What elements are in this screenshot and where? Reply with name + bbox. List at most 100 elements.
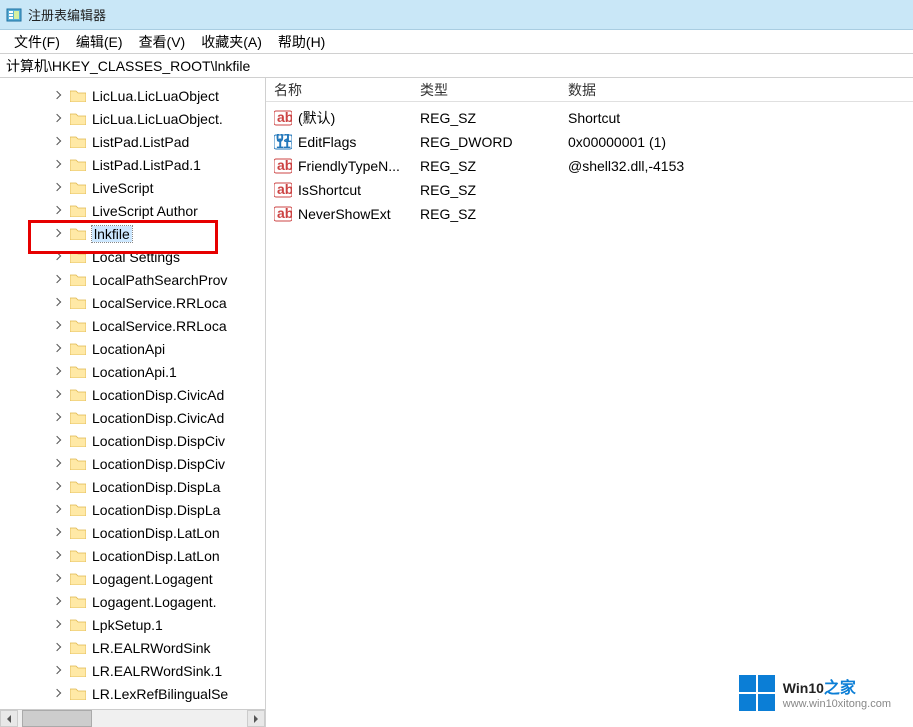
chevron-right-icon[interactable] [54,321,64,331]
column-name[interactable]: 名称 [274,80,420,100]
chevron-right-icon[interactable] [54,114,64,124]
folder-icon [70,572,86,585]
tree-item[interactable]: LocationDisp.CivicAd [0,406,265,429]
chevron-right-icon[interactable] [54,459,64,469]
value-name: NeverShowExt [298,206,420,222]
chevron-right-icon[interactable] [54,597,64,607]
chevron-right-icon[interactable] [54,413,64,423]
chevron-right-icon[interactable] [54,689,64,699]
tree-item[interactable]: LocationDisp.CivicAd [0,383,265,406]
tree-item[interactable]: Local Settings [0,245,265,268]
tree-item[interactable]: LicLua.LicLuaObject [0,84,265,107]
value-data: 0x00000001 (1) [568,134,666,150]
tree-item[interactable]: ListPad.ListPad [0,130,265,153]
value-type: REG_SZ [420,206,568,222]
list-row[interactable]: FriendlyTypeN...REG_SZ@shell32.dll,-4153 [266,154,913,178]
tree-scrollbar[interactable] [0,709,265,727]
tree-item[interactable]: LocationDisp.LatLon [0,521,265,544]
list-row[interactable]: NeverShowExtREG_SZ [266,202,913,226]
tree-item[interactable]: LocationDisp.DispCiv [0,429,265,452]
folder-icon [70,227,86,240]
watermark-brand-zh: 之家 [824,680,856,697]
chevron-right-icon[interactable] [54,574,64,584]
tree-item-label: LocationDisp.CivicAd [92,410,224,426]
tree-item-label: LocationDisp.DispLa [92,479,220,495]
value-name: EditFlags [298,134,420,150]
tree-item[interactable]: LpkSetup.1 [0,613,265,636]
address-bar[interactable]: 计算机\HKEY_CLASSES_ROOT\lnkfile [0,54,913,78]
tree-item[interactable]: Logagent.Logagent [0,567,265,590]
folder-icon [70,526,86,539]
chevron-right-icon[interactable] [54,137,64,147]
value-type: REG_SZ [420,110,568,126]
chevron-right-icon[interactable] [54,620,64,630]
tree-item[interactable]: ListPad.ListPad.1 [0,153,265,176]
string-value-icon [274,158,292,174]
chevron-right-icon[interactable] [54,528,64,538]
folder-icon [70,342,86,355]
tree-panel: LicLua.LicLuaObjectLicLua.LicLuaObject.L… [0,78,266,727]
binary-value-icon [274,134,292,150]
tree-item[interactable]: LocationDisp.DispLa [0,475,265,498]
tree-item-label: LocalService.RRLoca [92,318,227,334]
folder-icon [70,503,86,516]
folder-icon [70,549,86,562]
list-row[interactable]: (默认)REG_SZShortcut [266,106,913,130]
tree-item[interactable]: LocationDisp.LatLon [0,544,265,567]
string-value-icon [274,206,292,222]
tree-item[interactable]: LiveScript [0,176,265,199]
list-row[interactable]: IsShortcutREG_SZ [266,178,913,202]
scroll-left-button[interactable] [0,710,18,727]
folder-icon [70,434,86,447]
folder-icon [70,273,86,286]
tree-item[interactable]: LocationApi [0,337,265,360]
chevron-right-icon[interactable] [54,482,64,492]
tree-item-label: LocationDisp.LatLon [92,548,220,564]
menu-file[interactable]: 文件(F) [6,31,68,53]
menu-edit[interactable]: 编辑(E) [68,31,131,53]
tree-item[interactable]: LocationApi.1 [0,360,265,383]
chevron-right-icon[interactable] [54,505,64,515]
tree-item[interactable]: lnkfile [0,222,265,245]
chevron-right-icon[interactable] [54,275,64,285]
chevron-right-icon[interactable] [54,229,64,239]
tree-item[interactable]: LR.LexRefBilingualSe [0,682,265,705]
chevron-right-icon[interactable] [54,643,64,653]
column-data[interactable]: 数据 [568,80,913,100]
chevron-right-icon[interactable] [54,160,64,170]
menu-help[interactable]: 帮助(H) [270,31,333,53]
list-row[interactable]: EditFlagsREG_DWORD0x00000001 (1) [266,130,913,154]
scroll-thumb[interactable] [22,710,92,727]
tree-item[interactable]: LocationDisp.DispLa [0,498,265,521]
chevron-right-icon[interactable] [54,367,64,377]
tree-item[interactable]: LicLua.LicLuaObject. [0,107,265,130]
menu-view[interactable]: 查看(V) [131,31,194,53]
value-data: Shortcut [568,110,620,126]
tree-item-label: ListPad.ListPad.1 [92,157,201,173]
chevron-right-icon[interactable] [54,252,64,262]
string-value-icon [274,110,292,126]
tree-item-label: LocationApi [92,341,165,357]
scroll-right-button[interactable] [247,710,265,727]
chevron-right-icon[interactable] [54,551,64,561]
tree-item[interactable]: LocalService.RRLoca [0,314,265,337]
chevron-right-icon[interactable] [54,183,64,193]
chevron-right-icon[interactable] [54,436,64,446]
chevron-right-icon[interactable] [54,390,64,400]
tree-item[interactable]: LocalPathSearchProv [0,268,265,291]
chevron-right-icon[interactable] [54,206,64,216]
tree-item[interactable]: Logagent.Logagent. [0,590,265,613]
folder-icon [70,181,86,194]
chevron-right-icon[interactable] [54,91,64,101]
chevron-right-icon[interactable] [54,298,64,308]
tree-item[interactable]: LocationDisp.DispCiv [0,452,265,475]
tree-item[interactable]: LR.EALRWordSink.1 [0,659,265,682]
chevron-right-icon[interactable] [54,666,64,676]
tree-item[interactable]: LR.EALRWordSink [0,636,265,659]
chevron-right-icon[interactable] [54,344,64,354]
tree-item[interactable]: LocalService.RRLoca [0,291,265,314]
value-name: (默认) [298,108,420,128]
tree-item[interactable]: LiveScript Author [0,199,265,222]
menu-favorites[interactable]: 收藏夹(A) [193,31,270,53]
column-type[interactable]: 类型 [420,80,568,100]
